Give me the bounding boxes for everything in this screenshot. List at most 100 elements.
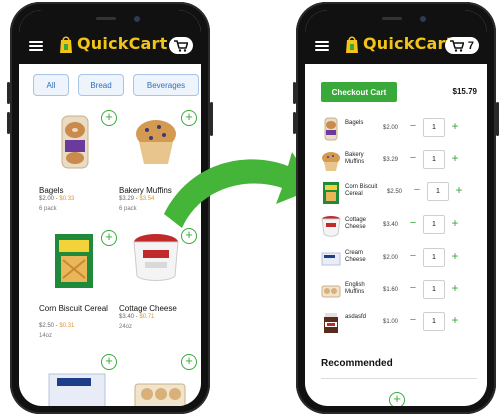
stage: QuickCart All Bread Beverages + Bagels $… [0, 0, 500, 417]
quantity-input[interactable]: 1 [423, 280, 445, 299]
decrease-qty-button[interactable]: − [411, 184, 423, 198]
quantity-input[interactable]: 1 [423, 248, 445, 267]
volume-up-button [7, 82, 10, 104]
app-title: QuickCart [77, 34, 168, 53]
recommended-heading: Recommended [321, 358, 393, 369]
add-cereal-button[interactable]: + [101, 230, 117, 246]
notch [346, 10, 446, 28]
filter-beverages[interactable]: Beverages [133, 74, 199, 96]
quantity-input[interactable]: 1 [423, 150, 445, 169]
cart-item-name: Bagels [345, 120, 364, 126]
cottage-cheese-thumbnail [321, 216, 341, 237]
cart-row: Cottage Cheese $3.40 − 1 + [321, 213, 477, 241]
increase-qty-button[interactable]: + [453, 184, 465, 198]
add-recommended-button[interactable]: + [389, 392, 405, 406]
cart-item-price: $2.50 [387, 189, 403, 195]
volume-up-button [293, 82, 296, 104]
cart-row: asdasfd $1.00 − 1 + [321, 310, 477, 338]
cart-item-price: $2.00 [383, 255, 399, 261]
product-size: 6 pack [39, 206, 57, 212]
power-button [210, 102, 213, 136]
cart-row: English Muffins $1.60 − 1 + [321, 278, 477, 306]
cart-item-name: Cottage Cheese [345, 217, 367, 230]
bagels-product-image [61, 115, 89, 169]
jar-thumbnail [324, 313, 338, 333]
cereal-thumbnail [323, 182, 339, 204]
cart-item-price: $3.40 [383, 222, 399, 228]
cream-cheese-product-image [48, 373, 106, 406]
shopping-cart-icon [449, 39, 464, 52]
cart-item-name: asdasfd [345, 314, 367, 320]
cart-item-price: $3.29 [383, 157, 399, 163]
divider [321, 378, 477, 379]
cart-button[interactable] [169, 37, 193, 54]
cart-item-name: Cream Cheese [345, 250, 366, 263]
increase-qty-button[interactable]: + [449, 314, 461, 328]
bagels-thumbnail [324, 117, 338, 141]
increase-qty-button[interactable]: + [449, 120, 461, 134]
cream-cheese-thumbnail [321, 252, 341, 266]
camera-icon [134, 16, 140, 22]
cart-count-badge: 7 [467, 39, 474, 52]
product-price: $3.29 - $3.54 [119, 196, 155, 202]
product-size: 14oz [39, 333, 53, 339]
decrease-qty-button[interactable]: − [407, 217, 419, 231]
decrease-qty-button[interactable]: − [407, 152, 419, 166]
cart-row: Bagels $2.00 − 1 + [321, 116, 477, 144]
cereal-product-image [55, 234, 93, 288]
cart-item-name: Corn Biscuit Cereal [345, 184, 378, 197]
product-price: $3.40 - $0.71 [119, 314, 155, 320]
app-logo[interactable]: QuickCart [345, 34, 453, 53]
cart-item-price: $1.60 [383, 287, 399, 293]
app-title: QuickCart [363, 34, 454, 53]
menu-icon[interactable] [29, 41, 43, 51]
increase-qty-button[interactable]: + [449, 282, 461, 296]
quantity-input[interactable]: 1 [423, 312, 445, 331]
phone-frame-right: QuickCart 7 Checkout Cart $15.79 Bagels … [293, 2, 499, 414]
product-name: Cottage Cheese [119, 304, 177, 313]
product-name: Corn Biscuit Cereal [39, 304, 108, 313]
filter-bread[interactable]: Bread [78, 74, 124, 96]
menu-icon[interactable] [315, 41, 329, 51]
product-price: $2.50 - $0.31 [39, 323, 75, 329]
decrease-qty-button[interactable]: − [407, 282, 419, 296]
add-english-muffins-button[interactable]: + [181, 354, 197, 370]
cart-item-price: $2.00 [383, 125, 399, 131]
muffins-thumbnail [322, 152, 340, 171]
english-muffins-thumbnail [321, 285, 341, 298]
product-size: 6 pack [119, 206, 137, 212]
app-logo[interactable]: QuickCart [59, 34, 167, 53]
decrease-qty-button[interactable]: − [407, 120, 419, 134]
cart-button[interactable]: 7 [444, 37, 479, 54]
increase-qty-button[interactable]: + [449, 250, 461, 264]
camera-icon [420, 16, 426, 22]
quantity-input[interactable]: 1 [423, 215, 445, 234]
filter-all[interactable]: All [33, 74, 69, 96]
product-size: 24oz [119, 324, 133, 330]
cart-item-price: $1.00 [383, 319, 399, 325]
product-price: $2.00 - $0.33 [39, 196, 75, 202]
quantity-input[interactable]: 1 [423, 118, 445, 137]
decrease-qty-button[interactable]: − [407, 250, 419, 264]
volume-down-button [7, 112, 10, 134]
add-cream-cheese-button[interactable]: + [101, 354, 117, 370]
category-filters: All Bread Beverages [33, 74, 199, 96]
notch [60, 10, 160, 28]
add-muffins-button[interactable]: + [181, 110, 197, 126]
quantity-input[interactable]: 1 [427, 182, 449, 201]
add-bagels-button[interactable]: + [101, 110, 117, 126]
increase-qty-button[interactable]: + [449, 152, 461, 166]
cart-row: Corn Biscuit Cereal $2.50 − 1 + [321, 180, 477, 208]
decrease-qty-button[interactable]: − [407, 314, 419, 328]
shopping-bag-logo-icon [60, 35, 72, 53]
cart-row: Cream Cheese $2.00 − 1 + [321, 246, 477, 274]
volume-down-button [293, 112, 296, 134]
checkout-cart-button[interactable]: Checkout Cart [321, 82, 397, 102]
increase-qty-button[interactable]: + [449, 217, 461, 231]
cart-total: $15.79 [452, 87, 477, 96]
shopping-bag-logo-icon [346, 35, 358, 53]
cart-row: Bakery Muffins $3.29 − 1 + [321, 148, 477, 176]
cart-item-name: Bakery Muffins [345, 152, 365, 165]
product-name: Bagels [39, 186, 64, 195]
screen-right: QuickCart 7 Checkout Cart $15.79 Bagels … [305, 10, 487, 406]
